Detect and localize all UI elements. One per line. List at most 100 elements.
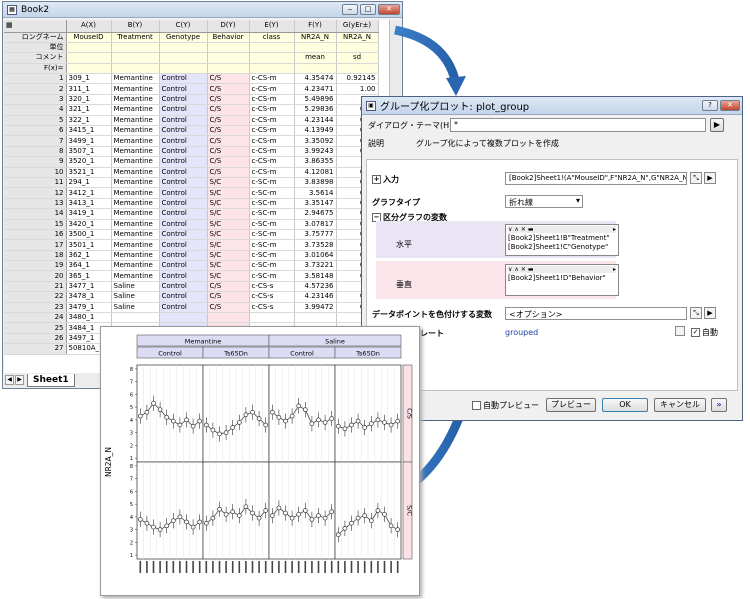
- autopreview-checkbox[interactable]: 自動プレビュー: [472, 400, 539, 411]
- y-tick-label: 7: [130, 477, 133, 483]
- x-tick-label: [179, 561, 181, 573]
- data-point: [302, 508, 308, 513]
- horizontal-var-2: [Book2]Sheet1!C"Genotype": [508, 243, 609, 251]
- data-point: [375, 417, 381, 423]
- top-group-label: Saline: [325, 338, 345, 346]
- x-tick-label: [370, 561, 373, 573]
- x-tick-label: [337, 561, 340, 573]
- data-point: [243, 504, 249, 510]
- x-tick-label: [284, 561, 287, 573]
- data-point: [316, 417, 321, 423]
- input-row[interactable]: + 入力: [372, 174, 399, 185]
- y-tick-label: 8: [130, 367, 133, 373]
- y-tick-label: 6: [130, 489, 133, 495]
- sub-group-label: Control: [290, 350, 314, 358]
- color-menu-arrow-icon[interactable]: ▶: [704, 307, 716, 319]
- template-browse-button[interactable]: [675, 326, 685, 336]
- graphtype-select[interactable]: 折れ線 ▾: [505, 195, 583, 208]
- move-down-icon[interactable]: ∨: [508, 226, 512, 233]
- y-tick-label: 7: [130, 380, 133, 386]
- input-field[interactable]: [Book2]Sheet1!(A"MouseID",F"NR2A_N",G"NR…: [505, 172, 687, 185]
- list-menu-arrow-icon[interactable]: ▸: [613, 226, 616, 233]
- edit-icon[interactable]: ▬: [528, 226, 534, 233]
- data-point: [223, 430, 229, 435]
- x-tick-label: [278, 561, 280, 573]
- auto-checkbox[interactable]: ✓ 自動: [691, 327, 718, 338]
- data-point: [151, 400, 156, 406]
- x-tick-label: [324, 561, 326, 573]
- dialog-titlebar[interactable]: ▣ グループ化プロット: plot_group ? ✕: [362, 97, 742, 115]
- x-tick-label: [317, 561, 320, 573]
- vertical-variables-box[interactable]: ∨ ∧ ✕ ▬ ▸ [Book2]Sheet1!D"Behavior": [505, 264, 619, 296]
- move-up-icon[interactable]: ∧: [514, 226, 518, 233]
- horizontal-variables-box[interactable]: ∨ ∧ ✕ ▬ ▸ [Book2]Sheet1!B"Treatment" [Book2]…: [505, 224, 619, 256]
- expand-input-icon[interactable]: +: [372, 175, 381, 184]
- expand-dialog-button[interactable]: »: [711, 398, 727, 412]
- x-tick-label: [152, 561, 155, 573]
- x-tick-label: [192, 561, 194, 573]
- data-point: [382, 511, 387, 517]
- color-variable-field[interactable]: <オプション>: [505, 307, 687, 320]
- horizontal-var-1: [Book2]Sheet1!B"Treatment": [508, 234, 610, 242]
- data-point: [236, 513, 242, 518]
- description-label: 説明: [368, 139, 384, 148]
- data-point: [236, 420, 242, 425]
- x-tick-label: [258, 561, 260, 573]
- data-point: [190, 524, 196, 530]
- sub-group-label: Ts65Dn: [223, 350, 248, 358]
- data-point: [157, 527, 163, 532]
- grouped-plot-window[interactable]: Memantine Saline Control Ts65Dn Control Ts65D…: [100, 326, 420, 596]
- color-variable-label: データポイントを色付けする変数: [372, 310, 492, 319]
- theme-menu-arrow-icon[interactable]: ▶: [710, 118, 724, 132]
- remove-icon[interactable]: ✕: [521, 266, 526, 273]
- data-point: [342, 426, 348, 432]
- move-up-icon[interactable]: ∧: [514, 266, 518, 273]
- data-point: [309, 517, 315, 522]
- x-tick-label: [363, 561, 366, 573]
- data-point: [203, 422, 209, 428]
- checkbox-icon[interactable]: [472, 401, 481, 410]
- x-tick-label: [218, 561, 221, 573]
- template-value[interactable]: grouped: [505, 328, 538, 337]
- data-point: [296, 403, 302, 409]
- data-point: [368, 421, 374, 427]
- chevron-down-icon: ▾: [575, 196, 580, 205]
- y-tick-label: 4: [130, 515, 133, 521]
- data-point: [137, 517, 143, 522]
- list-menu-arrow-icon[interactable]: ▸: [613, 266, 616, 273]
- cancel-button[interactable]: キャンセル: [654, 398, 706, 412]
- help-button[interactable]: ?: [702, 100, 718, 111]
- preview-button[interactable]: プレビュー: [546, 398, 596, 412]
- x-tick-label: [251, 561, 254, 573]
- data-point: [151, 524, 156, 530]
- move-down-icon[interactable]: ∨: [508, 266, 512, 273]
- ok-button[interactable]: OK: [602, 398, 648, 412]
- input-menu-arrow-icon[interactable]: ▶: [704, 172, 716, 184]
- data-point: [309, 421, 315, 427]
- check-icon[interactable]: ✓: [691, 328, 700, 337]
- x-tick-label: [291, 561, 293, 573]
- data-point: [388, 523, 394, 529]
- data-point: [184, 519, 189, 525]
- dialog-close-button[interactable]: ✕: [720, 100, 740, 111]
- grouped-line-plot: Memantine Saline Control Ts65Dn Control Ts65D…: [104, 334, 414, 573]
- x-tick-label: [396, 561, 399, 573]
- sub-group-label: Control: [158, 350, 182, 358]
- data-point: [316, 513, 321, 518]
- x-tick-label: [231, 561, 234, 573]
- data-point: [368, 518, 374, 524]
- theme-combo[interactable]: *: [450, 118, 706, 132]
- x-tick-label: [304, 561, 307, 573]
- select-range-icon[interactable]: ⤡: [690, 307, 702, 319]
- x-tick-label: [205, 561, 208, 573]
- remove-icon[interactable]: ✕: [521, 226, 526, 233]
- data-point: [329, 416, 335, 421]
- edit-icon[interactable]: ▬: [528, 266, 534, 273]
- data-point: [322, 420, 328, 425]
- x-tick-label: [383, 561, 386, 573]
- data-point: [197, 519, 203, 525]
- x-tick-label: [357, 561, 359, 573]
- x-tick-label: [350, 561, 353, 573]
- data-point: [322, 515, 328, 521]
- select-range-icon[interactable]: ⤡: [690, 172, 702, 184]
